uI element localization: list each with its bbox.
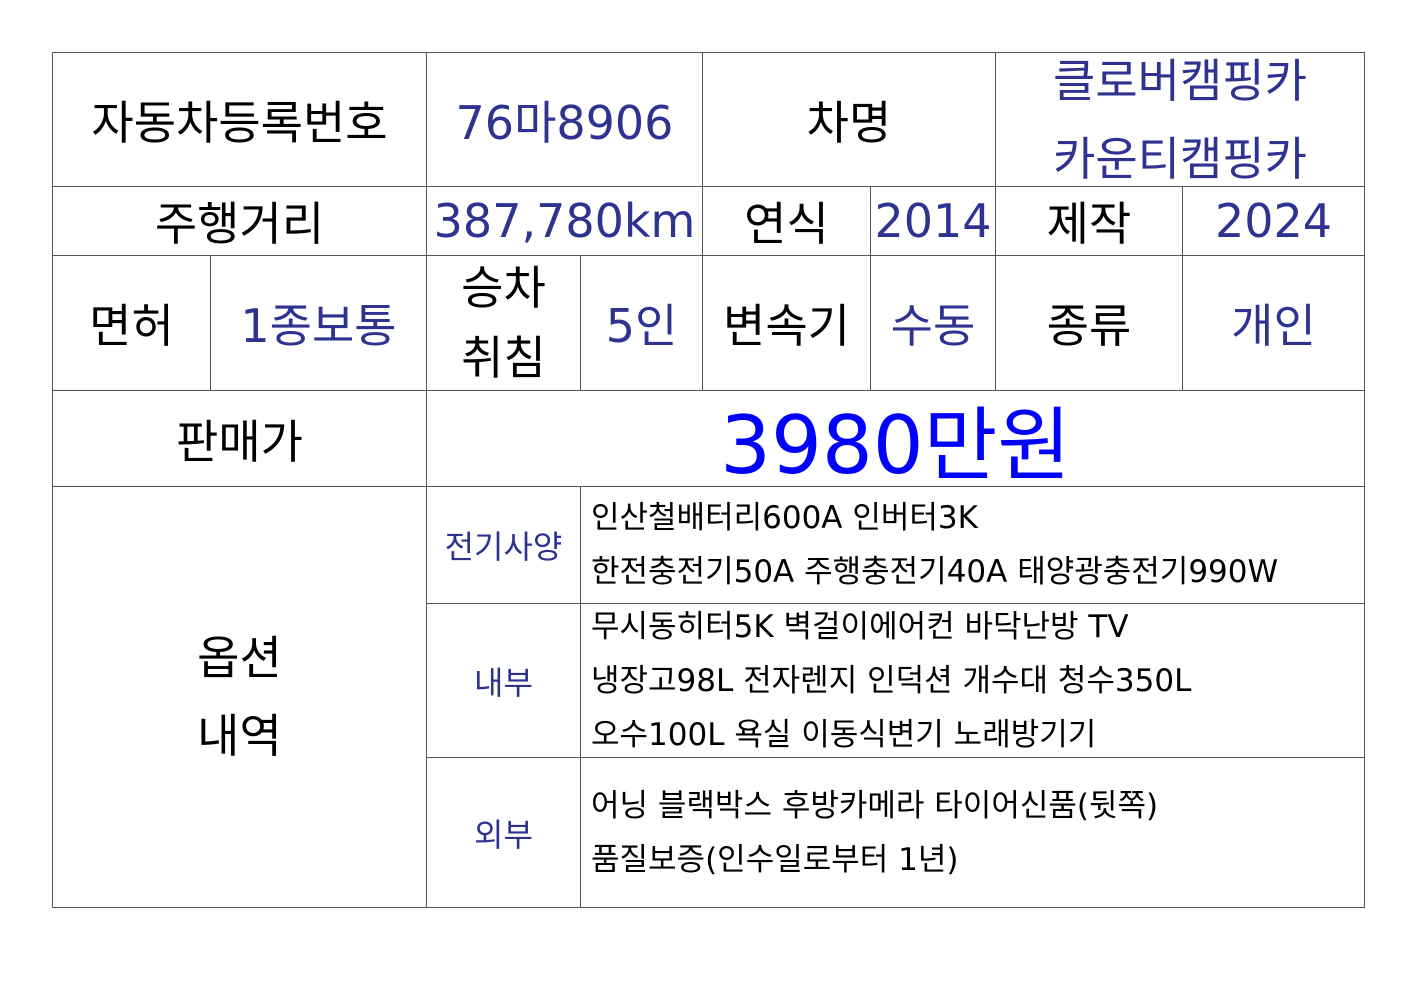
price-value: 3980만원 — [426, 390, 1365, 492]
electric-spec-line-2: 한전충전기50A 주행충전기40A 태양광충전기990W — [591, 554, 1279, 590]
year-label: 연식 — [702, 186, 871, 256]
interior-line-1: 무시동히터5K 벽걸이에어컨 바닥난방 TV — [591, 608, 1129, 645]
interior-line-3: 오수100L 욕실 이동식변기 노래방기기 — [591, 716, 1097, 753]
exterior-line-2: 품질보증(인수일로부터 1년) — [591, 841, 959, 878]
options-label-line-1: 옵션 — [197, 631, 282, 685]
license-value: 1종보통 — [210, 255, 427, 391]
seats-label: 승차 취침 — [426, 255, 581, 391]
options-label-line-2: 내역 — [197, 709, 282, 763]
car-name-value: 클로버캠핑카 카운티캠핑카 — [995, 52, 1365, 187]
mileage-value: 387,780km — [426, 186, 703, 256]
electric-spec-line-1: 인산철배터리600A 인버터3K — [591, 500, 978, 536]
registration-number-value: 76마8906 — [426, 52, 703, 187]
transmission-label: 변속기 — [702, 255, 871, 391]
exterior-content: 어닝 블랙박스 후방카메라 타이어신품(뒷쪽) 품질보증(인수일로부터 1년) — [580, 757, 1365, 908]
interior-content: 무시동히터5K 벽걸이에어컨 바닥난방 TV 냉장고98L 전자렌지 인덕션 개… — [580, 603, 1365, 758]
exterior-line-1: 어닝 블랙박스 후방카메라 타이어신품(뒷쪽) — [591, 787, 1159, 824]
seats-label-line-2: 취침 — [461, 331, 546, 385]
seats-value: 5인 — [580, 255, 703, 391]
interior-line-2: 냉장고98L 전자렌지 인덕션 개수대 청수350L — [591, 662, 1192, 699]
type-label: 종류 — [995, 255, 1183, 391]
transmission-value: 수동 — [870, 255, 996, 391]
type-value: 개인 — [1182, 255, 1365, 391]
make-value: 2024 — [1182, 186, 1365, 256]
registration-number-label: 자동차등록번호 — [52, 52, 427, 187]
car-name-label: 차명 — [702, 52, 996, 187]
options-label: 옵션 내역 — [52, 486, 427, 908]
exterior-label: 외부 — [426, 757, 581, 908]
license-label: 면허 — [52, 255, 211, 391]
mileage-label: 주행거리 — [52, 186, 427, 256]
price-label: 판매가 — [52, 390, 427, 487]
interior-label: 내부 — [426, 603, 581, 758]
make-label: 제작 — [995, 186, 1183, 256]
seats-label-line-1: 승차 — [461, 261, 546, 315]
year-value: 2014 — [870, 186, 996, 256]
electric-spec-content: 인산철배터리600A 인버터3K 한전충전기50A 주행충전기40A 태양광충전… — [580, 486, 1365, 604]
electric-spec-label: 전기사양 — [426, 486, 581, 604]
car-name-line-1: 클로버캠핑카 — [1053, 53, 1307, 108]
